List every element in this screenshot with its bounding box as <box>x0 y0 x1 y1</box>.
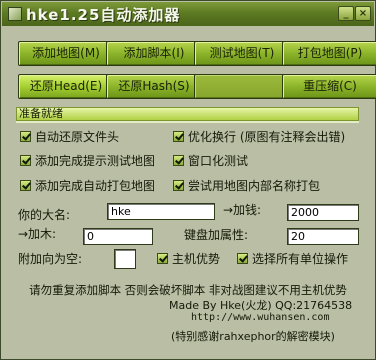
app-icon <box>8 7 22 21</box>
checkbox-icon[interactable] <box>237 253 248 264</box>
checkbox-icon[interactable] <box>173 131 184 142</box>
add-script-button[interactable]: 添加脚本(I) <box>106 41 202 66</box>
host-advantage-checkbox[interactable]: 主机优势 <box>157 251 220 267</box>
name-label: 你的大名: <box>18 208 71 222</box>
window-title: hke1.25自动添加器 <box>26 6 181 24</box>
checkbox-icon[interactable] <box>20 155 31 166</box>
add-map-button[interactable]: 添加地图(M) <box>18 41 114 66</box>
restore-hash-button[interactable]: 还原Hash(S) <box>106 74 202 99</box>
checkbox-icon[interactable] <box>173 180 184 191</box>
thanks-text: (特别感谢rahxephor的解密模块) <box>171 330 335 343</box>
checkbox-icon[interactable] <box>173 155 184 166</box>
attach-empty-input[interactable] <box>114 249 136 269</box>
recompress-button[interactable]: 重压缩(C) <box>282 74 376 99</box>
status-divider <box>16 121 359 123</box>
select-all-units-checkbox[interactable]: 选择所有单位操作 <box>237 251 348 267</box>
keyboard-attr-label: 键盘加属性: <box>184 228 249 242</box>
name-input[interactable]: hke <box>107 203 215 220</box>
add-wood-label: →加木: <box>18 227 57 241</box>
windowed-test-checkbox[interactable]: 窗口化测试 <box>173 153 248 169</box>
auto-restore-header-checkbox[interactable]: 自动还原文件头 <box>20 129 119 145</box>
main-window: hke1.25自动添加器 _ × 添加地图(M) 添加脚本(I) 测试地图(T)… <box>0 0 376 360</box>
pack-internal-name-checkbox[interactable]: 尝试用地图内部名称打包 <box>173 178 320 194</box>
close-icon[interactable]: × <box>355 6 371 21</box>
optimize-newline-checkbox[interactable]: 优化换行 (原图有注释会出错) <box>173 129 345 145</box>
title-bar[interactable]: hke1.25自动添加器 _ × <box>2 2 374 26</box>
add-money-input[interactable]: 2000 <box>287 204 359 221</box>
pack-map-button[interactable]: 打包地图(P) <box>282 41 376 66</box>
website-link[interactable]: http://www.wuhansen.com <box>191 312 329 323</box>
status-bar: 准备就绪 <box>16 107 359 121</box>
credit-text: Made By Hke(火龙) QQ:21764538 <box>169 299 353 312</box>
auto-pack-map-checkbox[interactable]: 添加完成自动打包地图 <box>20 178 155 194</box>
attach-empty-label: 附加向为空: <box>18 252 83 266</box>
checkbox-icon[interactable] <box>20 180 31 191</box>
disabled-button <box>194 74 290 99</box>
prompt-test-map-checkbox[interactable]: 添加完成提示测试地图 <box>20 153 155 169</box>
restore-head-button[interactable]: 还原Head(E) <box>18 74 114 99</box>
checkbox-icon[interactable] <box>157 253 168 264</box>
add-wood-input[interactable]: 0 <box>83 228 153 245</box>
minimize-icon[interactable]: _ <box>338 6 354 21</box>
keyboard-attr-input[interactable]: 20 <box>287 228 359 245</box>
warning-text: 请勿重复添加脚本 否则会破坏脚本 非对战图建议不用主机优势 <box>29 283 347 297</box>
test-map-button[interactable]: 测试地图(T) <box>194 41 290 66</box>
add-money-label: →加钱: <box>223 203 262 217</box>
checkbox-icon[interactable] <box>20 131 31 142</box>
